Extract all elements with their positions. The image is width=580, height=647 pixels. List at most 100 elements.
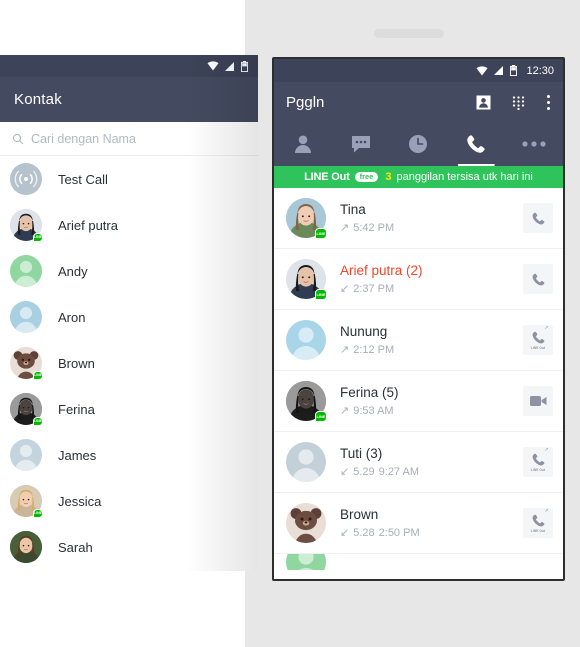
line-out-call-button[interactable]: ↗ LINE Out — [523, 325, 553, 355]
incoming-call-arrow-icon: ↙ — [340, 466, 350, 478]
contact-list-item[interactable]: James — [0, 432, 258, 478]
avatar[interactable] — [10, 255, 42, 287]
tab-chats[interactable] — [332, 122, 390, 166]
call-contact-name: Arief putra (2) — [340, 263, 423, 278]
contact-list-item[interactable]: Sarah — [0, 524, 258, 570]
line-out-call-button[interactable]: ↗ LINE Out — [523, 508, 553, 538]
call-time-row: ↙ 5.29 9:27 AM — [340, 465, 523, 479]
avatar[interactable] — [10, 301, 42, 333]
call-contact-name: Brown — [340, 507, 379, 522]
line-out-banner[interactable]: LINE Out free 3 panggilan tersisa utk ha… — [274, 166, 563, 188]
phone-handset-icon — [532, 331, 544, 344]
wifi-icon — [207, 61, 219, 71]
avatar[interactable]: LINE — [286, 381, 327, 422]
avatar[interactable] — [286, 320, 326, 360]
line-out-brand: LINE Out — [304, 171, 350, 183]
contact-name: Aron — [58, 309, 86, 325]
avatar[interactable] — [286, 442, 326, 482]
video-call-button[interactable] — [523, 386, 553, 416]
call-contact-name: Tuti (3) — [340, 446, 383, 461]
search-bar[interactable]: Cari dengan Nama — [0, 122, 258, 156]
call-contact-name: Ferina (5) — [340, 385, 399, 400]
call-time: 2:12 PM — [353, 343, 395, 356]
call-time-row: ↗ 2:12 PM — [340, 343, 523, 357]
phone-handset-icon — [532, 273, 544, 285]
outgoing-call-arrow-icon: ↗ — [340, 222, 350, 234]
call-time: 2:37 PM — [353, 282, 395, 295]
person-avatar-icon — [292, 449, 320, 482]
call-log-item[interactable]: Tuti (3) ↙ 5.29 9:27 AM ↗ LINE Out — [274, 432, 563, 493]
call-meta: Nunung ↗ 2:12 PM — [340, 324, 523, 356]
contact-card-icon[interactable] — [476, 95, 491, 110]
call-log-item-partial[interactable] — [274, 554, 563, 570]
avatar[interactable]: LINE — [10, 485, 43, 518]
call-log-item[interactable]: Nunung ↗ 2:12 PM ↗ LINE Out — [274, 310, 563, 371]
tab-bar — [274, 122, 563, 166]
call-time: 9:27 AM — [378, 465, 419, 478]
call-time: 2:50 PM — [378, 526, 420, 539]
call-meta: Tuti (3) ↙ 5.29 9:27 AM — [340, 446, 523, 478]
left-status-bar — [0, 55, 258, 77]
avatar[interactable] — [10, 439, 42, 471]
tab-timeline[interactable] — [390, 122, 448, 166]
page-title: Kontak — [14, 91, 62, 108]
contact-name: Test Call — [58, 171, 108, 187]
phone-handset-icon — [532, 453, 544, 466]
battery-icon — [241, 60, 248, 72]
avatar[interactable]: LINE — [10, 393, 43, 426]
backdrop-bottom-grey — [245, 571, 580, 647]
voice-call-button[interactable] — [523, 203, 553, 233]
free-badge: free — [354, 171, 379, 183]
contact-list-item[interactable]: Test Call — [0, 156, 258, 202]
avatar[interactable]: LINE — [286, 259, 327, 300]
signal-icon — [225, 61, 234, 71]
call-log-item[interactable]: LINE Tina ↗ 5:42 PM — [274, 188, 563, 249]
call-log-item[interactable]: LINE Arief putra (2) ↙ 2:37 PM — [274, 249, 563, 310]
call-time-row: ↗ 5:42 PM — [340, 221, 523, 235]
contact-list-item[interactable]: Andy — [0, 248, 258, 294]
contact-list-item[interactable]: Aron — [0, 294, 258, 340]
overflow-menu-icon[interactable] — [546, 94, 551, 111]
contact-list-item[interactable]: LINE Jessica — [0, 478, 258, 524]
avatar[interactable] — [286, 554, 326, 570]
right-phone-screen: 12:30 Pggln LINE Out free 3 panggilan te… — [272, 57, 565, 581]
line-out-label: LINE Out — [530, 346, 546, 350]
avatar[interactable]: LINE — [10, 347, 43, 380]
incoming-call-arrow-icon: ↙ — [340, 283, 350, 295]
line-app-badge: LINE — [33, 371, 43, 380]
tab-calls[interactable] — [447, 122, 505, 166]
call-contact-name: Tina — [340, 202, 366, 217]
contact-name: James — [58, 447, 97, 463]
line-out-call-button[interactable]: ↗ LINE Out — [523, 447, 553, 477]
call-meta: Tina ↗ 5:42 PM — [340, 202, 523, 234]
person-avatar-icon — [298, 554, 314, 570]
line-app-badge: LINE — [33, 417, 43, 426]
tab-more[interactable] — [505, 122, 563, 166]
call-history-list: LINE Tina ↗ 5:42 PM LINE Arief putra (2) ↙ 2:37… — [274, 188, 563, 570]
voice-call-button[interactable] — [523, 264, 553, 294]
avatar[interactable] — [286, 503, 326, 543]
phone-handset-icon — [532, 514, 544, 527]
avatar[interactable] — [10, 163, 42, 195]
contact-name: Sarah — [58, 539, 93, 555]
more-dots-icon — [522, 141, 546, 147]
avatar[interactable] — [10, 531, 42, 563]
clock-icon — [409, 135, 428, 153]
search-icon — [12, 133, 24, 144]
call-meta: Arief putra (2) ↙ 2:37 PM — [340, 263, 523, 295]
avatar[interactable]: LINE — [286, 198, 327, 239]
line-app-badge: LINE — [315, 411, 327, 422]
call-log-item[interactable]: Brown ↙ 5.28 2:50 PM ↗ LINE Out — [274, 493, 563, 554]
call-meta: Ferina (5) ↗ 9:53 AM — [340, 385, 523, 417]
contact-list-item[interactable]: LINE Arief putra — [0, 202, 258, 248]
screenshot-stage: Kontak Cari dengan Nama Test Call LINE Ari… — [0, 0, 580, 647]
dialpad-icon[interactable] — [511, 95, 526, 110]
contact-list-item[interactable]: LINE Brown — [0, 340, 258, 386]
call-log-item[interactable]: LINE Ferina (5) ↗ 9:53 AM — [274, 371, 563, 432]
call-date: 5.28 — [353, 526, 375, 539]
contact-list-item[interactable]: LINE Ferina — [0, 386, 258, 432]
avatar[interactable]: LINE — [10, 209, 43, 242]
tab-friends[interactable] — [274, 122, 332, 166]
call-meta: Brown ↙ 5.28 2:50 PM — [340, 507, 523, 539]
left-status-icons — [207, 55, 248, 77]
